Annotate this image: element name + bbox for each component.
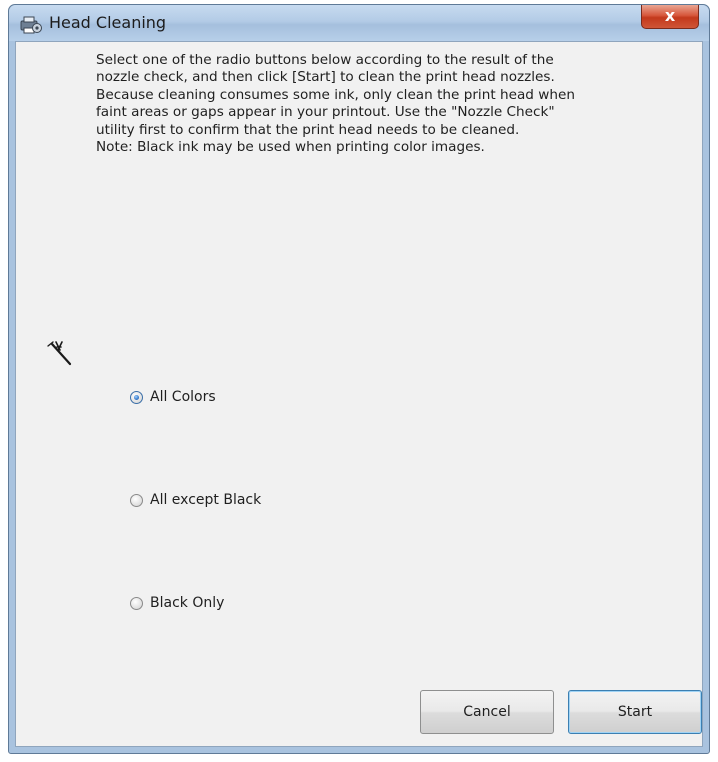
radio-label[interactable]: All Colors: [150, 389, 216, 405]
title-bar[interactable]: Head Cleaning x: [9, 5, 709, 41]
radio-button[interactable]: [130, 493, 143, 507]
instructions-line: utility first to confirm that the print …: [96, 121, 520, 138]
radio-all-except-black[interactable]: All except Black: [130, 489, 261, 511]
instructions-line: faint areas or gaps appear in your print…: [96, 104, 555, 121]
start-button[interactable]: Start: [568, 690, 702, 734]
close-icon: x: [664, 6, 676, 25]
radio-button[interactable]: [130, 596, 143, 610]
instructions-line: Note: Black ink may be used when printin…: [96, 139, 485, 156]
radio-selected-dot: [134, 394, 139, 400]
radio-label[interactable]: All except Black: [150, 492, 261, 508]
radio-button-selected[interactable]: [130, 390, 143, 404]
printer-settings-icon: [19, 13, 43, 35]
instructions-text: Select one of the radio buttons below ac…: [96, 52, 676, 156]
head-cleaning-dialog: Head Cleaning x Select one of the radio …: [8, 4, 710, 754]
radio-black-only[interactable]: Black Only: [130, 592, 224, 614]
radio-label[interactable]: Black Only: [150, 595, 224, 611]
cancel-button[interactable]: Cancel: [420, 690, 554, 734]
dialog-content: Select one of the radio buttons below ac…: [15, 41, 703, 747]
instructions-line: Because cleaning consumes some ink, only…: [96, 86, 575, 103]
radio-all-colors[interactable]: All Colors: [130, 386, 216, 408]
close-button[interactable]: x: [641, 5, 699, 29]
wand-pointer-icon: [46, 338, 78, 368]
instructions-line: nozzle check, and then click [Start] to …: [96, 69, 555, 86]
window-title: Head Cleaning: [49, 13, 167, 32]
instructions-line: Select one of the radio buttons below ac…: [96, 52, 554, 68]
